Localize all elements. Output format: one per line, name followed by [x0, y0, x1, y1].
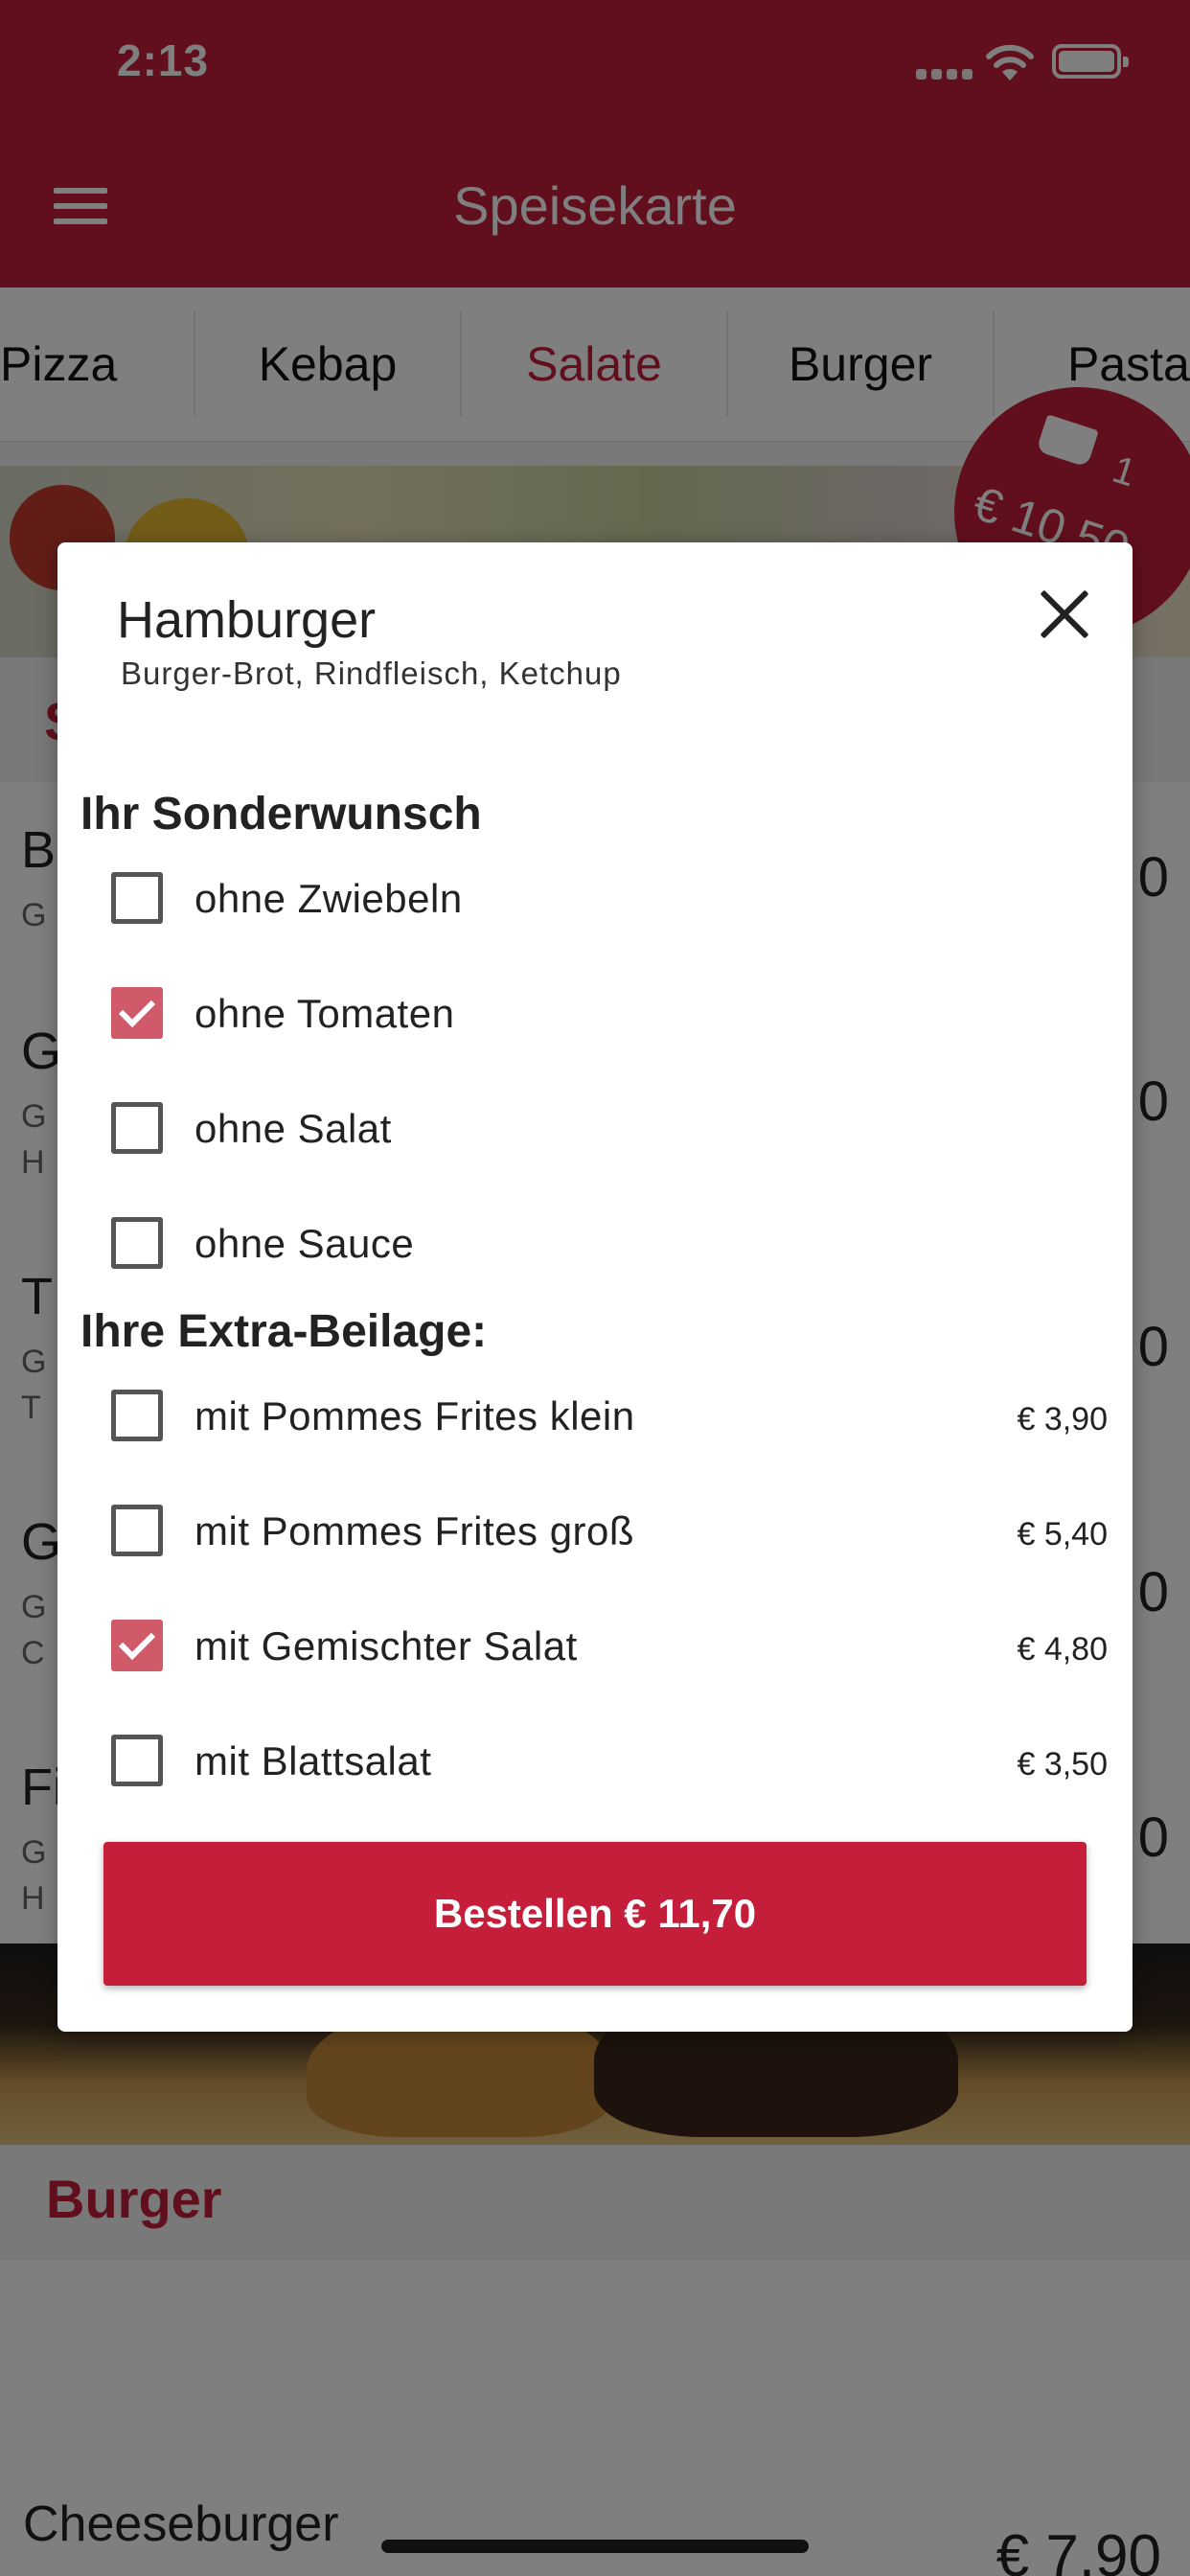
extra-side-heading: Ihre Extra-Beilage: — [80, 1306, 488, 1357]
option-label: mit Gemischter Salat — [195, 1623, 578, 1668]
option-row[interactable]: ohne Zwiebeln — [57, 851, 1133, 947]
option-price: € 3,50 — [1017, 1746, 1108, 1782]
checkbox-checked[interactable] — [111, 1620, 163, 1671]
special-request-heading: Ihr Sonderwunsch — [80, 789, 482, 840]
checkbox[interactable] — [111, 1735, 163, 1786]
option-row[interactable]: ohne Sauce — [57, 1196, 1133, 1292]
close-icon[interactable] — [1037, 586, 1092, 642]
dialog-subtitle: Burger-Brot, Rindfleisch, Ketchup — [121, 656, 622, 691]
order-button[interactable]: Bestellen € 11,70 — [103, 1842, 1087, 1986]
home-indicator[interactable] — [381, 2540, 809, 2553]
option-price: € 3,90 — [1017, 1401, 1108, 1438]
option-label: ohne Sauce — [195, 1221, 415, 1266]
menu-screen: 2:13 Speisekarte Pizza Kebap Salate Burg… — [0, 0, 1190, 2576]
option-price: € 4,80 — [1017, 1631, 1108, 1668]
checkbox[interactable] — [111, 1217, 163, 1269]
option-row[interactable]: mit Pommes Frites klein € 3,90 — [57, 1368, 1133, 1464]
option-label: mit Pommes Frites groß — [195, 1508, 635, 1553]
checkbox[interactable] — [111, 1390, 163, 1441]
product-options-dialog: Hamburger Burger-Brot, Rindfleisch, Ketc… — [57, 542, 1133, 2032]
checkbox[interactable] — [111, 1102, 163, 1154]
checkbox-checked[interactable] — [111, 987, 163, 1039]
option-row[interactable]: ohne Tomaten — [57, 966, 1133, 1062]
option-row[interactable]: ohne Salat — [57, 1081, 1133, 1177]
option-label: ohne Tomaten — [195, 991, 455, 1036]
option-label: mit Pommes Frites klein — [195, 1393, 635, 1438]
option-row[interactable]: mit Blattsalat € 3,50 — [57, 1714, 1133, 1809]
option-row[interactable]: mit Pommes Frites groß € 5,40 — [57, 1484, 1133, 1579]
option-label: ohne Salat — [195, 1106, 392, 1151]
checkbox[interactable] — [111, 872, 163, 924]
option-label: ohne Zwiebeln — [195, 876, 463, 921]
checkbox[interactable] — [111, 1505, 163, 1556]
dialog-title: Hamburger — [117, 591, 377, 649]
option-label: mit Blattsalat — [195, 1738, 432, 1783]
option-row[interactable]: mit Gemischter Salat € 4,80 — [57, 1598, 1133, 1694]
option-price: € 5,40 — [1017, 1516, 1108, 1552]
